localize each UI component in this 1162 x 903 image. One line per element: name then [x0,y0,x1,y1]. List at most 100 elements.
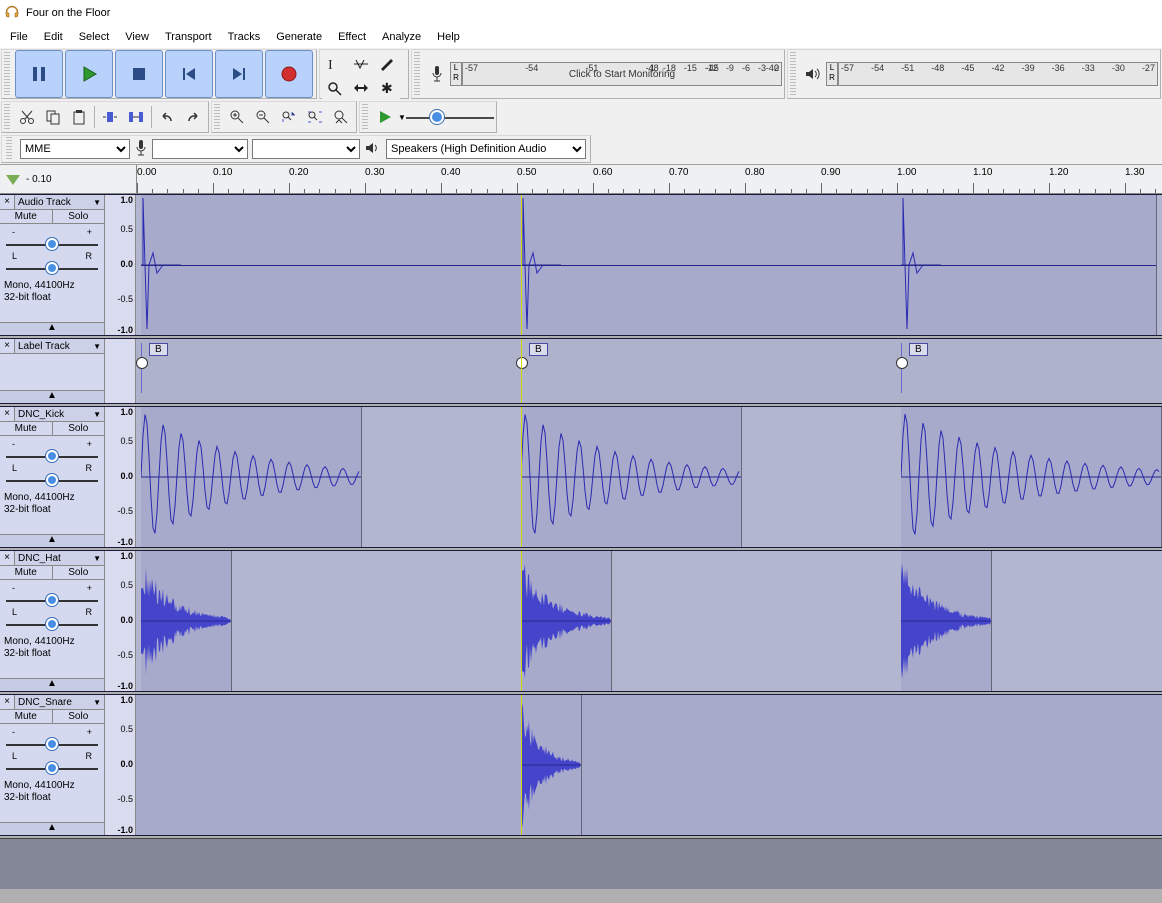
toolbar-grip[interactable] [414,52,420,96]
track-name-dropdown[interactable]: DNC_Snare▼ [15,695,104,709]
audio-host-select[interactable]: MME [20,139,130,159]
track-close-button[interactable]: × [0,695,15,709]
waveform-area[interactable] [136,551,1162,691]
toolbar-grip[interactable] [4,52,10,96]
menu-tracks[interactable]: Tracks [220,28,269,46]
gain-slider[interactable] [6,451,98,461]
undo-button[interactable] [154,105,180,129]
zoom-out-button[interactable] [250,105,276,129]
vertical-scale[interactable]: 1.00.50.0-0.5-1.0 [105,407,136,547]
track-close-button[interactable]: × [0,339,15,353]
paste-button[interactable] [66,105,92,129]
multi-tool[interactable]: ✱ [374,76,400,100]
playback-speed-slider[interactable] [406,109,494,125]
pan-slider[interactable] [6,475,98,485]
playback-device-select[interactable]: Speakers (High Definition Audio [386,139,586,159]
play-button[interactable] [65,50,113,98]
vertical-scale[interactable]: 1.00.50.0-0.5-1.0 [105,695,136,835]
mic-icon[interactable] [424,62,450,86]
track-close-button[interactable]: × [0,407,15,421]
mute-button[interactable]: Mute [0,566,53,579]
mute-button[interactable]: Mute [0,422,53,435]
timeline-ruler[interactable]: - 0.10 0.000.100.200.300.400.500.600.700… [0,165,1162,194]
track-collapse-button[interactable]: ▲ [0,322,104,335]
record-button[interactable] [265,50,313,98]
solo-button[interactable]: Solo [53,210,105,223]
tracks-area[interactable]: ×Audio Track▼MuteSolo-+LRMono, 44100Hz32… [0,194,1162,903]
recording-channels-select[interactable] [252,139,360,159]
menu-view[interactable]: View [117,28,157,46]
mute-button[interactable]: Mute [0,710,53,723]
recording-device-select[interactable] [152,139,248,159]
label-marker[interactable]: B [901,343,928,356]
silence-button[interactable] [123,105,149,129]
menu-select[interactable]: Select [71,28,118,46]
menu-generate[interactable]: Generate [268,28,330,46]
stop-button[interactable] [115,50,163,98]
recording-meter[interactable]: -57-54-51-48-45-42 Click to Start Monito… [462,62,782,86]
track-collapse-button[interactable]: ▲ [0,534,104,547]
menu-transport[interactable]: Transport [157,28,220,46]
label-marker[interactable]: B [521,343,548,356]
track-name-dropdown[interactable]: Label Track▼ [15,339,104,353]
timeline-play-region-icon[interactable] [6,175,20,185]
label-area[interactable]: BBB [136,339,1162,403]
playback-meter[interactable]: -57-54-51-48-45-42-39-36-33-30-27 [838,62,1158,86]
pan-slider[interactable] [6,263,98,273]
speaker-meter-icon[interactable] [800,62,826,86]
track-collapse-button[interactable]: ▲ [0,678,104,691]
title-bar: Four on the Floor [0,0,1162,26]
skip-start-button[interactable] [165,50,213,98]
vertical-scale[interactable]: 1.00.50.0-0.5-1.0 [105,551,136,691]
waveform-area[interactable] [136,695,1162,835]
menu-help[interactable]: Help [429,28,468,46]
gain-slider[interactable] [6,595,98,605]
gain-slider[interactable] [6,739,98,749]
menu-edit[interactable]: Edit [36,28,71,46]
solo-button[interactable]: Solo [53,566,105,579]
envelope-tool[interactable] [348,52,374,76]
solo-button[interactable]: Solo [53,422,105,435]
timeshift-tool[interactable] [348,76,374,100]
vertical-scale[interactable]: 1.00.50.0-0.5-1.0 [105,195,136,335]
play-at-speed-button[interactable] [372,105,398,129]
solo-button[interactable]: Solo [53,710,105,723]
menu-bar: FileEditSelectViewTransportTracksGenerat… [0,26,1162,48]
track-name-dropdown[interactable]: DNC_Hat▼ [15,551,104,565]
toolbar-grip[interactable] [4,104,10,130]
zoom-tool[interactable] [322,76,348,100]
gain-slider[interactable] [6,239,98,249]
track-name-dropdown[interactable]: Audio Track▼ [15,195,104,209]
pause-button[interactable] [15,50,63,98]
menu-file[interactable]: File [2,28,36,46]
toolbar-grip[interactable] [6,137,12,161]
trim-button[interactable] [97,105,123,129]
track-close-button[interactable]: × [0,551,15,565]
waveform-area[interactable] [136,407,1162,547]
selection-tool[interactable]: I [322,52,348,76]
toolbar-grip[interactable] [790,52,796,96]
redo-button[interactable] [180,105,206,129]
draw-tool[interactable] [374,52,400,76]
track-name-dropdown[interactable]: DNC_Kick▼ [15,407,104,421]
pan-slider[interactable] [6,763,98,773]
copy-button[interactable] [40,105,66,129]
cut-button[interactable] [14,105,40,129]
track-close-button[interactable]: × [0,195,15,209]
toolbar-grip[interactable] [214,104,220,130]
menu-analyze[interactable]: Analyze [374,28,429,46]
zoom-toggle-button[interactable] [328,105,354,129]
toolbar-grip[interactable] [362,104,368,130]
mute-button[interactable]: Mute [0,210,53,223]
fit-selection-button[interactable] [276,105,302,129]
label-marker[interactable]: B [141,343,168,356]
pan-slider[interactable] [6,619,98,629]
zoom-in-button[interactable] [224,105,250,129]
waveform-area[interactable] [136,195,1162,335]
skip-end-button[interactable] [215,50,263,98]
fit-project-button[interactable] [302,105,328,129]
track-collapse-button[interactable]: ▲ [0,822,104,835]
empty-track-area[interactable] [0,838,1162,889]
track-collapse-button[interactable]: ▲ [0,390,104,403]
menu-effect[interactable]: Effect [330,28,374,46]
